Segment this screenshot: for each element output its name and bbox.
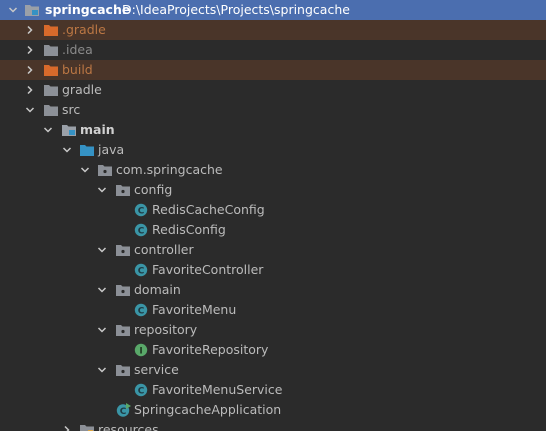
tree-row-gradle-hidden[interactable]: .gradle	[0, 20, 546, 40]
tree-row-repository[interactable]: repository	[0, 320, 546, 340]
tree-row-service[interactable]: service	[0, 360, 546, 380]
tree-label: FavoriteController	[152, 262, 264, 277]
tree-label: config	[134, 182, 173, 197]
tree-label: repository	[134, 322, 198, 337]
excluded-folder-icon	[43, 63, 59, 77]
tree-row-build[interactable]: build	[0, 60, 546, 80]
class-glyph: C	[138, 387, 145, 397]
chevron-right-icon[interactable]	[24, 60, 36, 80]
tree-row-main[interactable]: main	[0, 120, 546, 140]
class-glyph: C	[138, 307, 145, 317]
package-icon	[115, 183, 131, 197]
tree-row-favorite-menu-service[interactable]: C FavoriteMenuService	[0, 380, 546, 400]
class-glyph: C	[138, 267, 145, 277]
tree-row-redis-config[interactable]: C RedisConfig	[0, 220, 546, 240]
tree-label: domain	[134, 282, 181, 297]
chevron-down-icon[interactable]	[96, 240, 108, 260]
tree-label: FavoriteMenu	[152, 302, 237, 317]
chevron-down-icon[interactable]	[96, 180, 108, 200]
resources-folder-icon	[79, 423, 95, 431]
chevron-right-icon[interactable]	[24, 20, 36, 40]
class-icon: C	[134, 203, 150, 217]
chevron-down-icon[interactable]	[79, 160, 91, 180]
tree-label: controller	[134, 242, 194, 257]
tree-label: .idea	[62, 42, 93, 57]
package-icon	[115, 243, 131, 257]
source-folder-icon	[79, 143, 95, 157]
chevron-right-icon[interactable]	[24, 40, 36, 60]
tree-row-resources[interactable]: resources	[0, 420, 546, 431]
tree-label: main	[80, 122, 115, 137]
tree-row-idea[interactable]: .idea	[0, 40, 546, 60]
chevron-down-icon[interactable]	[24, 100, 36, 120]
tree-row-application[interactable]: C SpringcacheApplication	[0, 400, 546, 420]
package-icon	[97, 163, 113, 177]
interface-icon: I	[134, 343, 150, 357]
tree-label: FavoriteRepository	[152, 342, 269, 357]
tree-label: java	[98, 142, 125, 157]
tree-label: RedisCacheConfig	[152, 202, 265, 217]
tree-row-config[interactable]: config	[0, 180, 546, 200]
tree-row-favorite-repository[interactable]: I FavoriteRepository	[0, 340, 546, 360]
class-glyph: C	[138, 207, 145, 217]
chevron-right-icon[interactable]	[61, 420, 73, 431]
tree-label: gradle	[62, 82, 102, 97]
folder-icon	[43, 103, 59, 117]
tree-row-package[interactable]: com.springcache	[0, 160, 546, 180]
folder-icon	[43, 83, 59, 97]
module-icon	[24, 3, 40, 17]
tree-row-java[interactable]: java	[0, 140, 546, 160]
tree-row-project-root[interactable]: springcache D:\IdeaProjects\Projects\spr…	[0, 0, 546, 20]
tree-row-gradle[interactable]: gradle	[0, 80, 546, 100]
excluded-folder-icon	[43, 23, 59, 37]
tree-label: FavoriteMenuService	[152, 382, 283, 397]
package-icon	[115, 283, 131, 297]
chevron-right-icon[interactable]	[24, 80, 36, 100]
chevron-down-icon[interactable]	[96, 280, 108, 300]
chevron-down-icon[interactable]	[96, 320, 108, 340]
class-icon: C	[134, 263, 150, 277]
tree-row-src[interactable]: src	[0, 100, 546, 120]
project-name: springcache	[45, 2, 131, 17]
tree-label: build	[62, 62, 93, 77]
tree-label: service	[134, 362, 179, 377]
class-glyph: C	[138, 227, 145, 237]
tree-label: resources	[98, 422, 159, 431]
tree-row-controller[interactable]: controller	[0, 240, 546, 260]
package-icon	[115, 323, 131, 337]
package-icon	[115, 363, 131, 377]
spring-boot-class-icon: C	[116, 403, 132, 417]
tree-label: src	[62, 102, 81, 117]
tree-label: .gradle	[62, 22, 106, 37]
interface-glyph: I	[139, 347, 142, 357]
tree-row-domain[interactable]: domain	[0, 280, 546, 300]
tree-label: com.springcache	[116, 162, 223, 177]
project-path: D:\IdeaProjects\Projects\springcache	[122, 2, 350, 17]
module-folder-icon	[61, 123, 77, 137]
folder-icon	[43, 43, 59, 57]
chevron-down-icon[interactable]	[61, 140, 73, 160]
class-icon: C	[134, 303, 150, 317]
tree-label: RedisConfig	[152, 222, 226, 237]
tree-row-favorite-controller[interactable]: C FavoriteController	[0, 260, 546, 280]
tree-row-favorite-menu[interactable]: C FavoriteMenu	[0, 300, 546, 320]
chevron-down-icon[interactable]	[7, 0, 19, 20]
tree-row-redis-cache-config[interactable]: C RedisCacheConfig	[0, 200, 546, 220]
class-glyph: C	[120, 407, 127, 417]
project-tree: springcache D:\IdeaProjects\Projects\spr…	[0, 0, 546, 431]
chevron-down-icon[interactable]	[96, 360, 108, 380]
tree-label: SpringcacheApplication	[134, 402, 282, 417]
chevron-down-icon[interactable]	[42, 120, 54, 140]
class-icon: C	[134, 383, 150, 397]
class-icon: C	[134, 223, 150, 237]
